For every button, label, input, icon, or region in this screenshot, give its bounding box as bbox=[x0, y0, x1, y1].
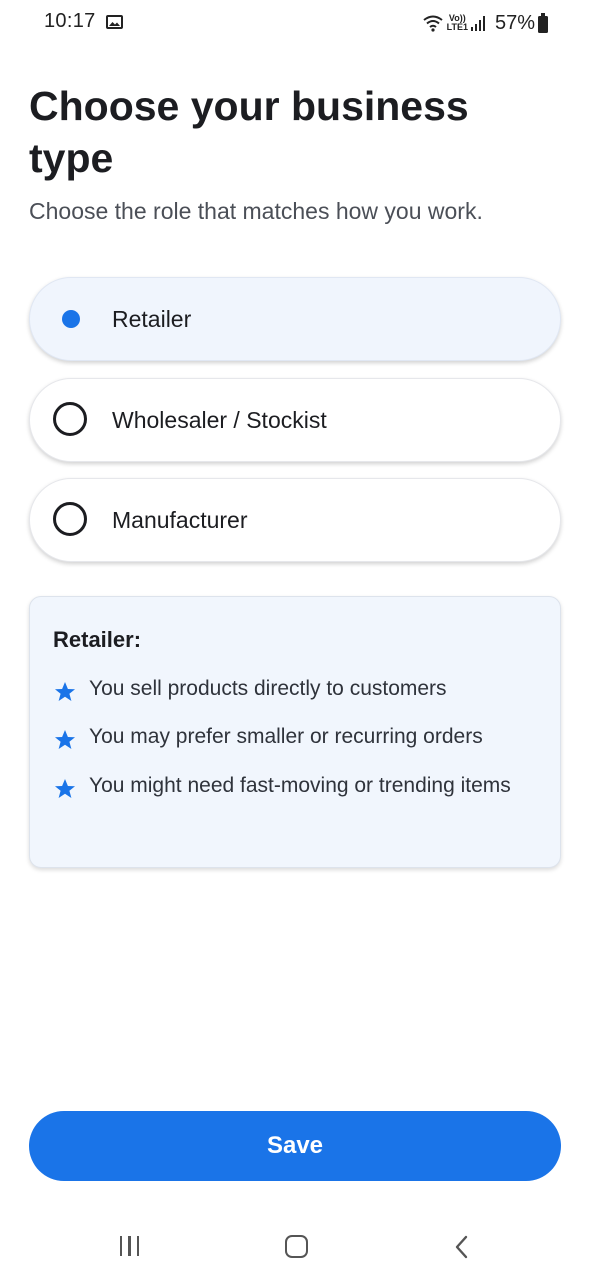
radio-unselected-icon[interactable] bbox=[53, 402, 87, 436]
battery-icon bbox=[538, 12, 548, 33]
battery-percent: 57% bbox=[494, 11, 535, 34]
option-wholesaler[interactable]: Wholesaler / Stockist bbox=[29, 378, 561, 462]
option-label: Manufacturer bbox=[112, 506, 248, 533]
page-title: Choose your business type bbox=[29, 83, 469, 181]
option-retailer[interactable]: Retailer bbox=[29, 277, 561, 361]
home-icon[interactable] bbox=[285, 1235, 308, 1258]
option-label: Wholesaler / Stockist bbox=[112, 406, 327, 433]
radio-selected-icon[interactable] bbox=[62, 310, 80, 328]
star-icon bbox=[55, 730, 75, 749]
star-icon bbox=[55, 682, 75, 701]
info-point-text: You may prefer smaller or recurring orde… bbox=[89, 725, 483, 748]
option-manufacturer[interactable]: Manufacturer bbox=[29, 478, 561, 562]
info-point: You may prefer smaller or recurring orde… bbox=[53, 722, 483, 752]
page-subtitle: Choose the role that matches how you wor… bbox=[29, 198, 483, 224]
info-title: Retailer: bbox=[53, 627, 142, 652]
back-icon[interactable] bbox=[452, 1235, 472, 1259]
radio-unselected-icon[interactable] bbox=[53, 502, 87, 536]
info-point: You might need fast-moving or trending i… bbox=[53, 771, 511, 801]
save-button[interactable]: Save bbox=[29, 1111, 561, 1181]
status-indicators: Vo)) LTE1 57% bbox=[422, 10, 548, 36]
volte-bottom-label: LTE1 bbox=[446, 22, 468, 32]
info-point: You sell products directly to customers bbox=[53, 674, 447, 704]
star-icon bbox=[55, 779, 75, 798]
system-nav-bar bbox=[0, 1215, 590, 1280]
option-label: Retailer bbox=[112, 305, 192, 332]
role-info-card: Retailer: You sell products directly to … bbox=[29, 596, 561, 868]
signal-icon bbox=[470, 15, 487, 31]
gallery-icon bbox=[106, 15, 123, 29]
info-point-text: You sell products directly to customers bbox=[89, 677, 447, 700]
info-point-text: You might need fast-moving or trending i… bbox=[89, 774, 511, 797]
status-time: 10:17 bbox=[44, 10, 96, 32]
volte-icon: Vo)) LTE1 bbox=[447, 14, 468, 32]
status-bar: 10:17 Vo)) LTE1 57% bbox=[0, 0, 590, 44]
recents-icon[interactable] bbox=[120, 1236, 145, 1256]
wifi-icon bbox=[423, 15, 443, 32]
